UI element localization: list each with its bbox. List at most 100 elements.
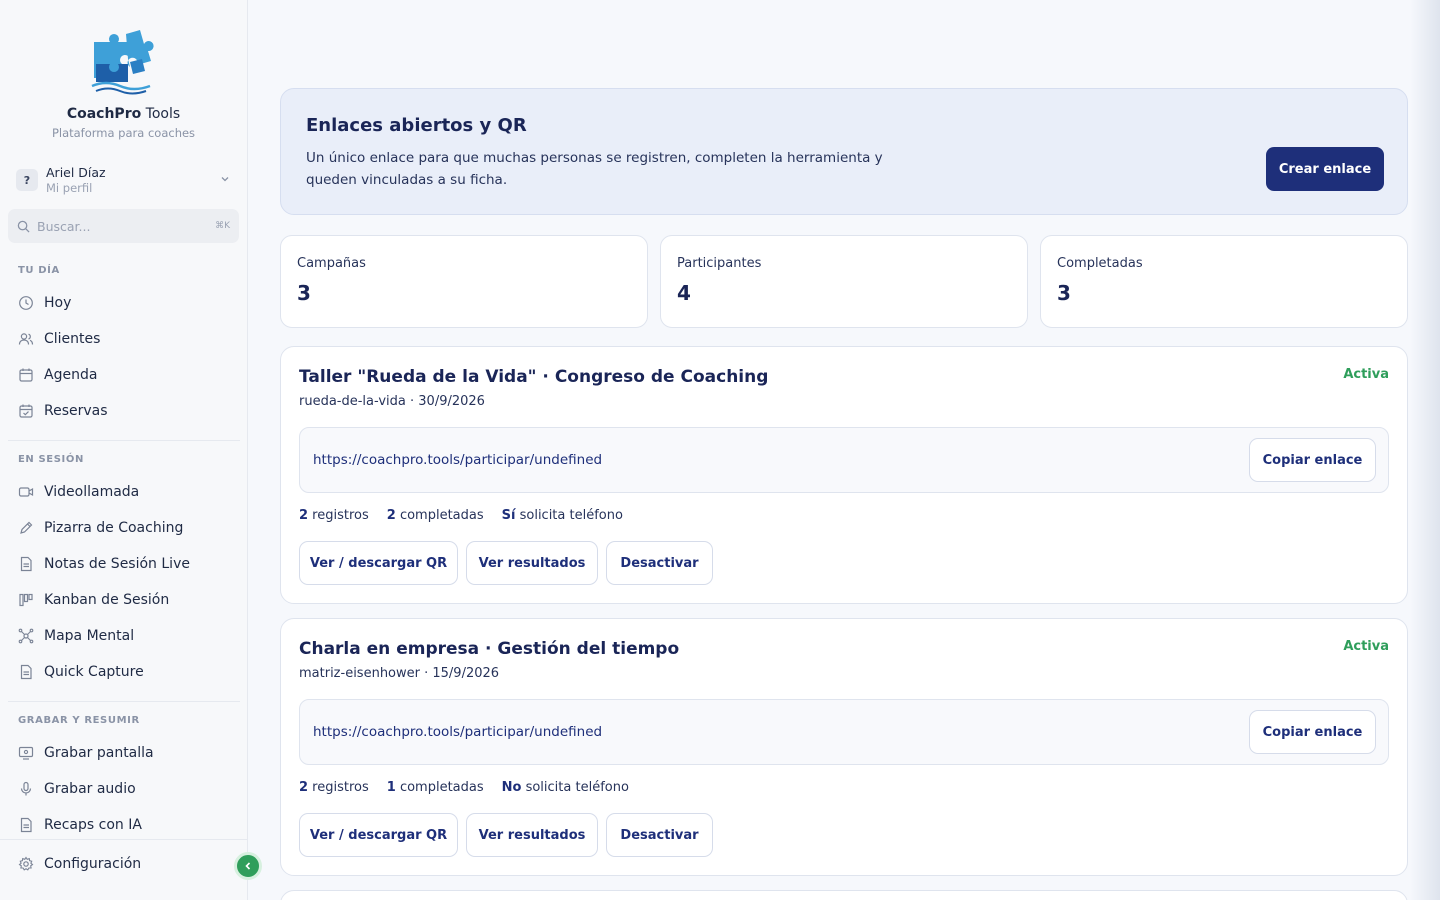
- results-button[interactable]: Ver resultados: [466, 541, 598, 585]
- stat-label: Completadas: [1057, 256, 1143, 271]
- results-button[interactable]: Ver resultados: [466, 813, 598, 857]
- profile-subtitle: Mi perfil: [46, 181, 93, 195]
- profile-name: Ariel Díaz: [46, 165, 106, 180]
- sidebar-item-label: Grabar pantalla: [44, 745, 154, 761]
- hero-banner: Enlaces abiertos y QR Un único enlace pa…: [280, 88, 1408, 215]
- sidebar-item-label: Recaps con IA: [44, 817, 142, 833]
- deactivate-button[interactable]: Desactivar: [606, 813, 713, 857]
- search-shortcut: ⌘K: [215, 221, 230, 231]
- stat-value: 3: [297, 281, 311, 305]
- nav-section-record: GRABAR Y RESUMIR Grabar pantalla Grabar …: [0, 715, 248, 843]
- calendar-icon: [19, 368, 33, 382]
- sidebar-item-grabar-pantalla[interactable]: Grabar pantalla: [0, 735, 248, 771]
- page-title: Enlaces abiertos y QR: [306, 115, 527, 136]
- sidebar-item-videollamada[interactable]: Videollamada: [0, 474, 248, 510]
- campaign-title: Charla en empresa · Gestión del tiempo: [299, 639, 680, 659]
- sidebar-item-label: Pizarra de Coaching: [44, 520, 184, 536]
- brand-tagline: Plataforma para coaches: [51, 126, 196, 140]
- gear-icon: [18, 856, 34, 871]
- chevron-left-icon: [245, 862, 251, 870]
- chevron-down-icon: [220, 174, 230, 187]
- sidebar-item-label: Configuración: [44, 856, 142, 872]
- collapse-sidebar-button[interactable]: [234, 852, 262, 880]
- sidebar-item-label: Kanban de Sesión: [44, 592, 170, 608]
- sidebar-item-mapa-mental[interactable]: Mapa Mental: [0, 618, 248, 654]
- brand-name: CoachPro Tools: [66, 106, 181, 122]
- search-input[interactable]: [37, 218, 216, 234]
- campaign-meta: 2 registros 2 completadas Sí solicita te…: [299, 508, 641, 523]
- stat-card-completed: Completadas 3: [1040, 235, 1408, 328]
- sidebar-item-clientes[interactable]: Clientes: [0, 321, 248, 357]
- campaign-meta: 2 registros 1 completadas No solicita te…: [299, 780, 647, 795]
- sidebar-item-reservas[interactable]: Reservas: [0, 393, 248, 429]
- copy-link-button[interactable]: Copiar enlace: [1249, 710, 1376, 754]
- campaign-card: [280, 890, 1408, 900]
- stat-card-participants: Participantes 4: [660, 235, 1028, 328]
- profile-switcher[interactable]: ? Ariel Díaz Mi perfil: [16, 163, 236, 197]
- campaign-title: Taller "Rueda de la Vida" · Congreso de …: [299, 367, 769, 387]
- status-badge: Activa: [1343, 367, 1389, 382]
- campaign-subtitle: rueda-de-la-vida · 30/9/2026: [299, 394, 485, 409]
- stat-card-campaigns: Campañas 3: [280, 235, 648, 328]
- sidebar-item-label: Notas de Sesión Live: [44, 556, 190, 572]
- sidebar-item-grabar-audio[interactable]: Grabar audio: [0, 771, 248, 807]
- calendar-check-icon: [19, 404, 33, 418]
- qr-button[interactable]: Ver / descargar QR: [299, 813, 458, 857]
- sidebar-item-label: Mapa Mental: [44, 628, 135, 644]
- sidebar-item-label: Reservas: [44, 403, 108, 419]
- nav-section-session: EN SESIÓN Videollamada Pizarra de Coachi…: [0, 454, 248, 690]
- qr-button[interactable]: Ver / descargar QR: [299, 541, 458, 585]
- deactivate-button[interactable]: Desactivar: [606, 541, 713, 585]
- sidebar-item-pizarra[interactable]: Pizarra de Coaching: [0, 510, 248, 546]
- phone-requirement: No solicita teléfono: [501, 780, 629, 795]
- nav-heading-session: EN SESIÓN: [18, 454, 84, 465]
- sidebar-item-kanban[interactable]: Kanban de Sesión: [0, 582, 248, 618]
- search-box[interactable]: ⌘K: [8, 209, 239, 243]
- monitor-icon: [18, 746, 34, 760]
- copy-link-button[interactable]: Copiar enlace: [1249, 438, 1376, 482]
- stat-value: 4: [677, 281, 691, 305]
- sidebar-divider: [8, 701, 240, 702]
- main-content: Enlaces abiertos y QR Un único enlace pa…: [280, 0, 1408, 900]
- registros-count: 2 registros: [299, 508, 369, 523]
- sidebar-item-agenda[interactable]: Agenda: [0, 357, 248, 393]
- nav-section-day: TU DÍA Hoy Clientes Agenda Reservas: [0, 265, 248, 429]
- campaign-url[interactable]: https://coachpro.tools/participar/undefi…: [313, 452, 602, 468]
- kanban-icon: [19, 593, 33, 607]
- status-badge: Activa: [1343, 639, 1389, 654]
- registros-count: 2 registros: [299, 780, 369, 795]
- sidebar-item-label: Agenda: [44, 367, 98, 383]
- page-description: Un único enlace para que muchas personas…: [306, 150, 883, 188]
- completadas-count: 1 completadas: [386, 780, 484, 795]
- sidebar-divider: [8, 440, 240, 441]
- sidebar: CoachPro Tools Plataforma para coaches ?…: [0, 0, 248, 900]
- microphone-icon: [20, 781, 32, 796]
- sidebar-item-hoy[interactable]: Hoy: [0, 285, 248, 321]
- document-icon: [20, 817, 32, 833]
- sidebar-item-configuracion[interactable]: Configuración: [0, 846, 248, 882]
- puzzle-logo-icon: [91, 30, 154, 95]
- sidebar-item-label: Hoy: [44, 295, 72, 311]
- sidebar-item-recaps[interactable]: Recaps con IA: [0, 807, 248, 843]
- nav-heading-record: GRABAR Y RESUMIR: [18, 715, 140, 726]
- sidebar-divider: [0, 839, 248, 840]
- sidebar-item-quick-capture[interactable]: Quick Capture: [0, 654, 248, 690]
- sidebar-item-label: Videollamada: [44, 484, 140, 500]
- sidebar-item-label: Clientes: [44, 331, 101, 347]
- mindmap-icon: [18, 628, 34, 644]
- sidebar-item-label: Quick Capture: [44, 664, 144, 680]
- document-icon: [20, 664, 32, 680]
- stat-label: Participantes: [677, 256, 762, 271]
- sidebar-item-notas[interactable]: Notas de Sesión Live: [0, 546, 248, 582]
- campaign-card: Charla en empresa · Gestión del tiempo A…: [280, 618, 1408, 876]
- pen-icon: [20, 521, 33, 534]
- users-icon: [18, 333, 34, 345]
- create-link-button[interactable]: Crear enlace: [1266, 147, 1384, 191]
- stat-value: 3: [1057, 281, 1071, 305]
- campaign-card: Taller "Rueda de la Vida" · Congreso de …: [280, 346, 1408, 604]
- campaign-url[interactable]: https://coachpro.tools/participar/undefi…: [313, 724, 602, 740]
- search-icon: [17, 220, 30, 233]
- phone-requirement: Sí solicita teléfono: [501, 508, 623, 523]
- video-icon: [18, 487, 34, 497]
- document-icon: [20, 556, 32, 572]
